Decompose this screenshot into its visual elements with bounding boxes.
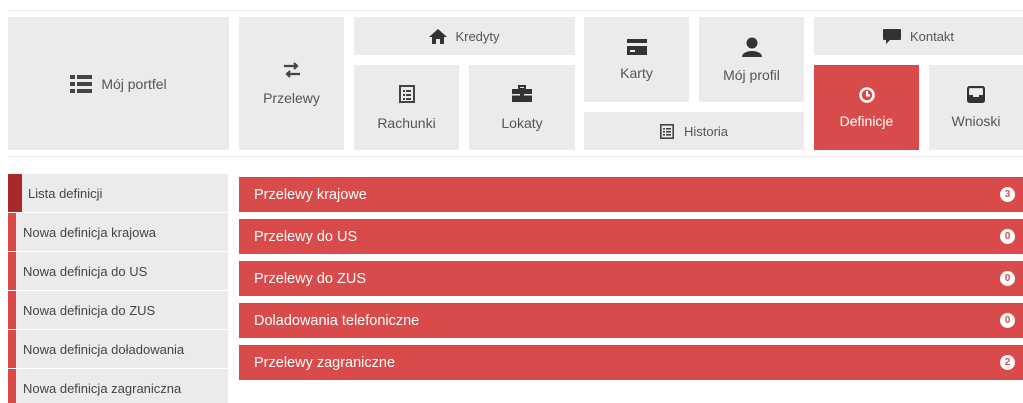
nav-label-lokaty: Lokaty <box>501 114 543 131</box>
nav-label-wnioski: Wnioski <box>951 113 1001 129</box>
sidebar-item-nowa-definicja-doladowania[interactable]: Nowa definicja doładowania <box>8 330 228 369</box>
home-icon <box>429 28 448 44</box>
nav-label-przelewy: Przelewy <box>263 89 320 106</box>
count-badge: 0 <box>1000 229 1015 244</box>
sidebar-item-label: Nowa definicja do US <box>23 263 148 279</box>
nav-tile-definicje[interactable]: Definicje <box>814 65 919 150</box>
nav-tile-moj-portfel[interactable]: Mój portfel <box>8 17 229 150</box>
nav-label-definicje: Definicje <box>839 112 894 129</box>
list-item-doladowania-telefoniczne[interactable]: Doladowania telefoniczne 0 <box>239 303 1023 338</box>
nav-tile-rachunki[interactable]: Rachunki <box>354 65 459 150</box>
nav-label-karty: Karty <box>620 64 653 81</box>
list-item-label: Przelewy do ZUS <box>254 270 367 287</box>
list-item-przelewy-do-zus[interactable]: Przelewy do ZUS 0 <box>239 261 1023 296</box>
sidebar-item-label: Nowa definicja doładowania <box>23 341 185 357</box>
nav-tile-historia[interactable]: Historia <box>584 112 804 150</box>
sidebar-item-nowa-definicja-krajowa[interactable]: Nowa definicja krajowa <box>8 213 228 252</box>
nav-tile-lokaty[interactable]: Lokaty <box>469 65 575 150</box>
nav-tile-przelewy[interactable]: Przelewy <box>239 17 344 150</box>
content-divider <box>8 156 1023 157</box>
credit-card-icon <box>626 38 647 55</box>
sidebar-item-nowa-definicja-zagraniczna[interactable]: Nowa definicja zagraniczna <box>8 369 228 403</box>
briefcase-icon <box>512 84 532 103</box>
top-divider <box>8 10 1023 11</box>
transfer-arrows-icon <box>282 61 302 78</box>
count-badge: 3 <box>1000 187 1015 202</box>
nav-label-moj-profil: Mój profil <box>723 66 780 83</box>
sidebar-item-nowa-definicja-do-zus[interactable]: Nowa definicja do ZUS <box>8 291 228 330</box>
sidebar-item-label: Nowa definicja zagraniczna <box>23 380 182 396</box>
definitions-list: Przelewy krajowe 3 Przelewy do US 0 Prze… <box>239 177 1023 387</box>
list-item-przelewy-zagraniczne[interactable]: Przelewy zagraniczne 2 <box>239 345 1023 380</box>
nav-tile-kontakt[interactable]: Kontakt <box>814 17 1023 55</box>
chat-bubble-icon <box>882 28 901 44</box>
list-item-label: Przelewy zagraniczne <box>254 354 396 371</box>
list-item-label: Doladowania telefoniczne <box>254 312 420 329</box>
nav-label-historia: Historia <box>683 123 729 139</box>
nav-tile-wnioski[interactable]: Wnioski <box>929 65 1023 150</box>
count-badge: 0 <box>1000 313 1015 328</box>
history-list-icon <box>659 123 674 139</box>
nav-label-kontakt: Kontakt <box>909 28 955 44</box>
list-item-przelewy-do-us[interactable]: Przelewy do US 0 <box>239 219 1023 254</box>
sidebar-item-label: Nowa definicja do ZUS <box>23 302 156 318</box>
nav-tile-moj-profil[interactable]: Mój profil <box>699 17 804 102</box>
document-list-icon <box>398 84 415 103</box>
sidebar-item-nowa-definicja-do-us[interactable]: Nowa definicja do US <box>8 252 228 291</box>
list-item-label: Przelewy krajowe <box>254 186 367 203</box>
nav-tile-karty[interactable]: Karty <box>584 17 689 102</box>
nav-label-moj-portfel: Mój portfel <box>101 75 167 92</box>
count-badge: 0 <box>1000 271 1015 286</box>
sidebar-item-label: Lista definicji <box>28 185 103 201</box>
sidebar-item-label: Nowa definicja krajowa <box>23 224 156 240</box>
list-item-label: Przelewy do US <box>254 228 358 245</box>
sidebar-item-lista-definicji[interactable]: Lista definicji <box>8 174 228 213</box>
clock-icon <box>858 86 875 103</box>
nav-label-kredyty: Kredyty <box>455 28 500 44</box>
list-item-przelewy-krajowe[interactable]: Przelewy krajowe 3 <box>239 177 1023 212</box>
nav-label-rachunki: Rachunki <box>377 114 436 131</box>
count-badge: 2 <box>1000 355 1015 370</box>
list-icon <box>70 74 93 93</box>
user-icon <box>741 37 762 57</box>
inbox-icon <box>967 86 985 103</box>
definitions-sidebar: Lista definicji Nowa definicja krajowa N… <box>8 174 228 403</box>
nav-tile-kredyty[interactable]: Kredyty <box>354 17 575 55</box>
